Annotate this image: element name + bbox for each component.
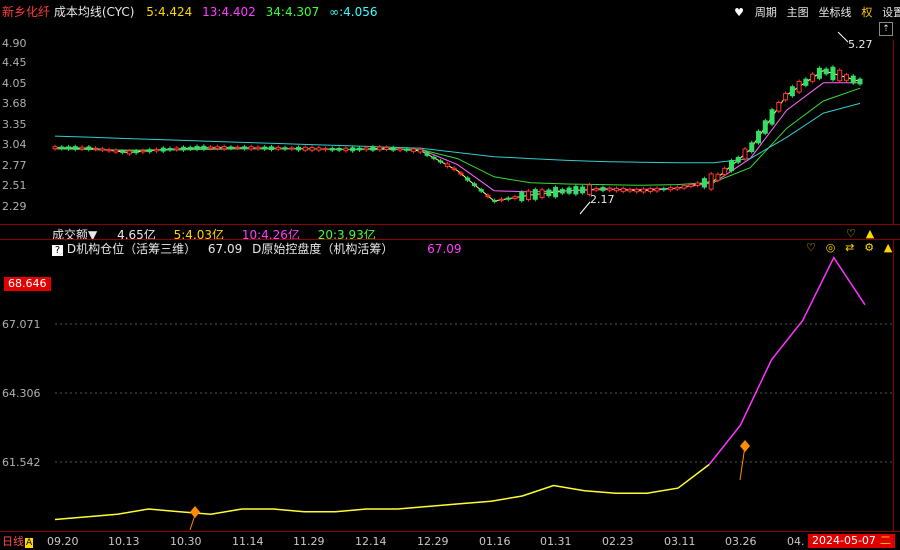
date-tick: 02.23: [602, 535, 634, 548]
date-tick: 09.20: [47, 535, 79, 548]
signal-diamond-1: [190, 506, 200, 518]
date-tick: 12.29: [417, 535, 449, 548]
date-tick: 10.13: [108, 535, 140, 548]
indicator-chart[interactable]: [0, 0, 900, 532]
date-tick: 03.26: [725, 535, 757, 548]
period-label[interactable]: 日线 A: [2, 533, 34, 549]
date-tick: 11.29: [293, 535, 325, 548]
period-switch-icon: A: [25, 538, 34, 548]
date-tick: 01.31: [540, 535, 572, 548]
right-border: [893, 240, 894, 532]
date-tick: 10.30: [170, 535, 202, 548]
indicator-line-yellow: [54, 463, 710, 521]
date-tick: 12.14: [355, 535, 387, 548]
date-tick: 01.16: [479, 535, 511, 548]
indicator-line-magenta: [708, 256, 866, 465]
date-tick: 04.: [787, 535, 805, 548]
signal-diamond-2: [740, 440, 750, 452]
date-tick: 03.11: [664, 535, 696, 548]
separator: [0, 531, 900, 532]
signal-line: [739, 445, 746, 481]
indicator-lines: [54, 256, 866, 521]
date-tick: 11.14: [232, 535, 264, 548]
current-date-badge: 2024-05-07 二: [808, 534, 895, 548]
